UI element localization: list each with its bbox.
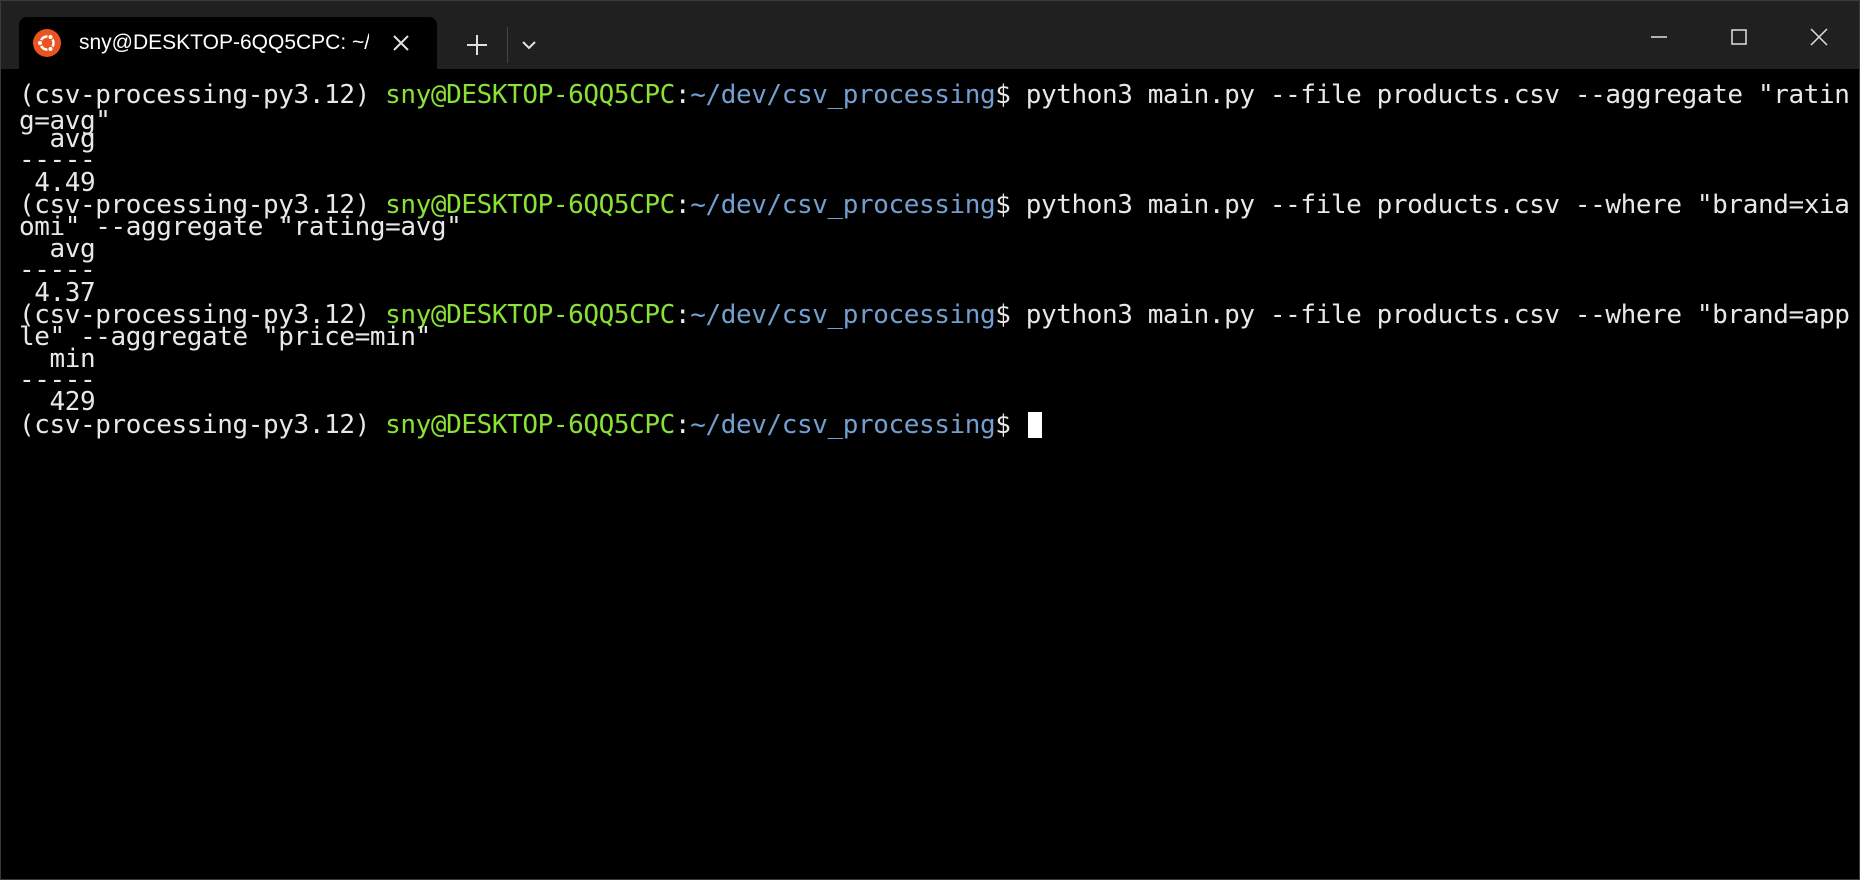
title-bar[interactable]: sny@DESKTOP-6QQ5CPC: ~/dev/csv_processin… bbox=[1, 1, 1859, 69]
ubuntu-icon bbox=[33, 29, 61, 57]
prompt-dollar: $ bbox=[995, 300, 1026, 330]
chevron-down-icon[interactable] bbox=[515, 31, 543, 59]
text-cursor[interactable] bbox=[1027, 412, 1042, 438]
close-window-icon[interactable] bbox=[1797, 15, 1841, 59]
prompt-path: ~/dev/csv_processing bbox=[690, 80, 996, 110]
prompt-colon: : bbox=[674, 300, 691, 330]
prompt-line: (csv-processing-py3.12) sny@DESKTOP-6QQ5… bbox=[19, 80, 1850, 110]
toolbar-divider bbox=[507, 27, 508, 63]
prompt-colon: : bbox=[674, 80, 691, 110]
prompt-user: sny@DESKTOP-6QQ5CPC bbox=[385, 410, 675, 440]
prompt-colon: : bbox=[674, 410, 691, 440]
prompt-dollar: $ bbox=[995, 190, 1026, 220]
command-text: python3 main.py --file products.csv --wh… bbox=[1025, 190, 1850, 220]
terminal-window: sny@DESKTOP-6QQ5CPC: ~/dev/csv_processin… bbox=[0, 0, 1860, 880]
command-text: python3 main.py --file products.csv --wh… bbox=[1025, 300, 1850, 330]
active-prompt-line[interactable]: (csv-processing-py3.12) sny@DESKTOP-6QQ5… bbox=[19, 412, 1042, 438]
prompt-path: ~/dev/csv_processing bbox=[690, 410, 996, 440]
prompt-env: (csv-processing-py3.12) bbox=[19, 410, 386, 440]
close-tab-icon[interactable] bbox=[387, 29, 415, 57]
prompt-path: ~/dev/csv_processing bbox=[690, 190, 996, 220]
new-tab-icon[interactable] bbox=[459, 27, 495, 63]
terminal-tab[interactable]: sny@DESKTOP-6QQ5CPC: ~/dev/csv_processin… bbox=[19, 17, 437, 69]
command-text: python3 main.py --file products.csv --ag… bbox=[1025, 80, 1850, 110]
prompt-path: ~/dev/csv_processing bbox=[690, 300, 996, 330]
minimize-icon[interactable] bbox=[1637, 15, 1681, 59]
tab-title: sny@DESKTOP-6QQ5CPC: ~/dev/csv_processin… bbox=[79, 31, 369, 54]
maximize-icon[interactable] bbox=[1717, 15, 1761, 59]
prompt-dollar: $ bbox=[995, 80, 1026, 110]
prompt-dollar: $ bbox=[995, 410, 1026, 440]
prompt-colon: : bbox=[674, 190, 691, 220]
terminal-output[interactable]: (csv-processing-py3.12) sny@DESKTOP-6QQ5… bbox=[1, 69, 1859, 879]
prompt-user: sny@DESKTOP-6QQ5CPC bbox=[385, 80, 675, 110]
